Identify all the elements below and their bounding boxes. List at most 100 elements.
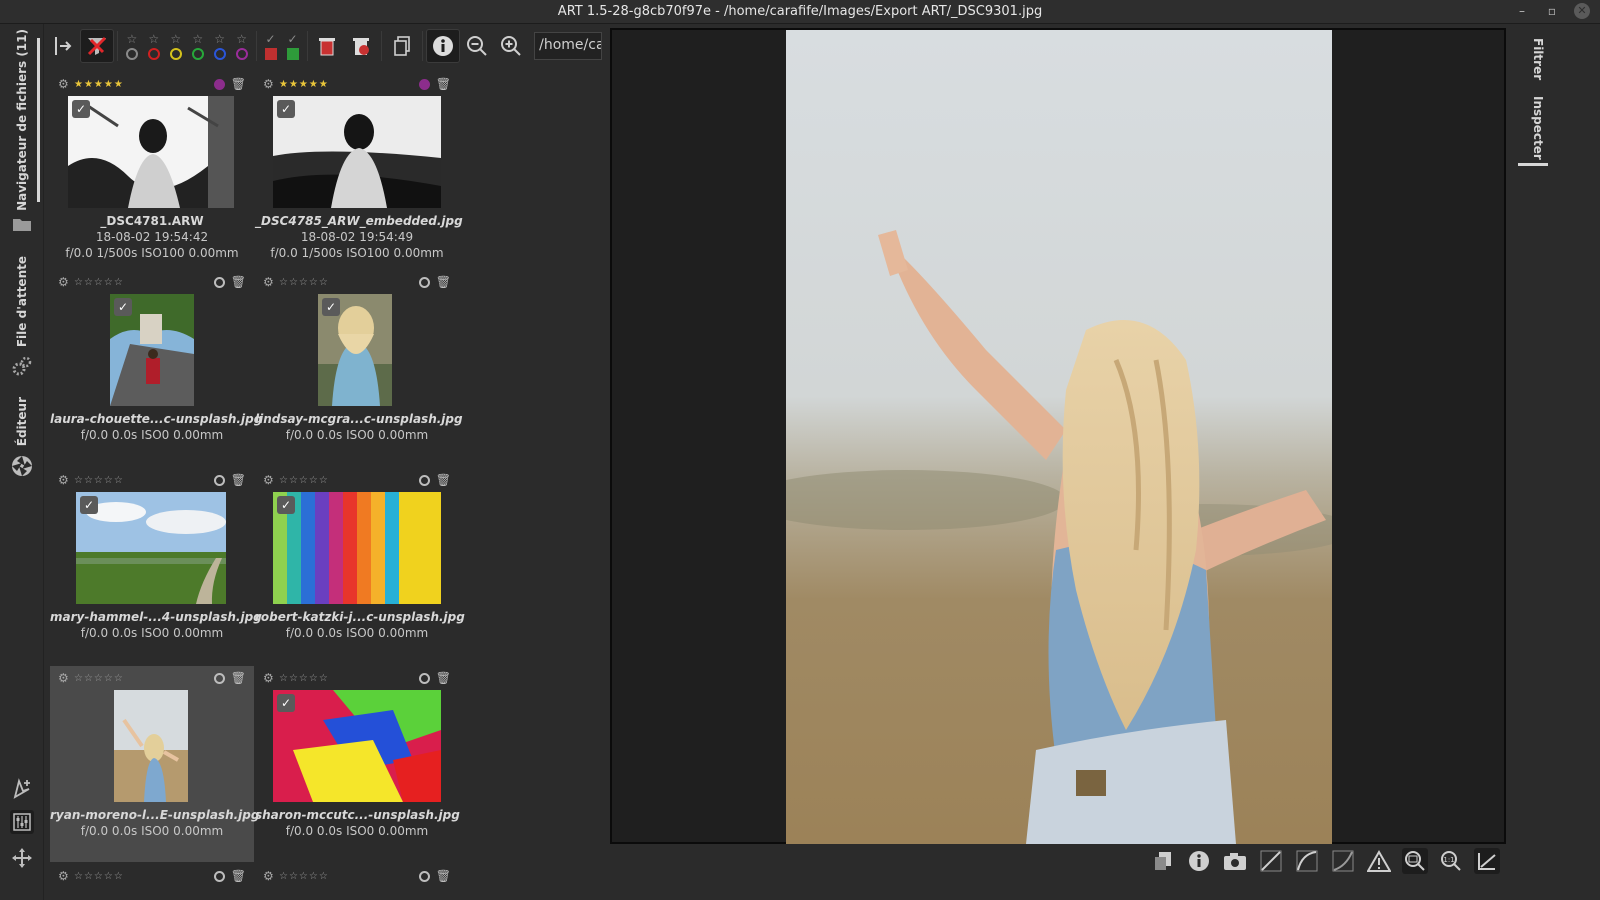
color-label-icon[interactable] (213, 474, 225, 486)
info-icon[interactable] (1186, 848, 1212, 874)
trash-icon[interactable]: 🗑 (231, 671, 246, 685)
zoom-in-icon[interactable] (494, 30, 528, 62)
curve-icon[interactable] (1330, 848, 1356, 874)
gear-icon[interactable]: ⚙ (263, 275, 277, 289)
tab-queue[interactable]: File d'attente (0, 252, 44, 352)
color-label-icon[interactable] (418, 672, 430, 684)
curve-icon[interactable] (1258, 848, 1284, 874)
trash-icon[interactable]: 🗑 (231, 275, 246, 289)
camera-icon[interactable] (1222, 848, 1248, 874)
filter-star-2[interactable]: ☆ (143, 28, 165, 64)
gear-icon[interactable]: ⚙ (58, 869, 72, 883)
thumbnail-cell[interactable]: ⚙ ☆☆☆☆☆ 🗑 ✓ sharon-mccutc...-unsplash.jp… (255, 666, 460, 862)
zoom-out-icon[interactable] (460, 30, 494, 62)
trash-icon[interactable] (311, 30, 345, 62)
zoom-100-icon[interactable]: 1:1 (1438, 848, 1464, 874)
color-label-icon[interactable] (213, 276, 225, 288)
star-rating[interactable]: ☆☆☆☆☆ (279, 277, 329, 288)
path-input[interactable]: /home/carafife/Images/Export ART (534, 32, 603, 60)
thumbnail-cell[interactable]: ⚙ ☆☆☆☆☆ 🗑 ryan-moreno-l...E-unsplash.jpg… (50, 666, 259, 862)
gear-icon[interactable]: ⚙ (263, 77, 277, 91)
trash-icon[interactable]: 🗑 (231, 473, 246, 487)
star-rating[interactable]: ☆☆☆☆☆ (279, 871, 329, 882)
filter-saved[interactable]: ✓ (282, 28, 304, 64)
zoom-fit-icon[interactable] (1402, 848, 1428, 874)
checkbox-icon[interactable]: ✓ (322, 298, 340, 316)
window-icon[interactable] (1150, 848, 1176, 874)
color-label-icon[interactable] (418, 276, 430, 288)
thumbnail-image[interactable]: ✓ (273, 690, 441, 802)
star-rating[interactable]: ☆☆☆☆☆ (279, 475, 329, 486)
star-rating[interactable]: ☆☆☆☆☆ (74, 475, 124, 486)
thumbnail-cell[interactable]: ⚙ ★★★★★ 🗑 ✓ _DSC4781.ARW 18-08-02 19:54:… (50, 72, 254, 268)
preview-photo[interactable] (786, 30, 1332, 844)
filter-star-4[interactable]: ☆ (187, 28, 209, 64)
thumbnail-image[interactable] (114, 690, 188, 802)
close-button[interactable]: ✕ (1574, 3, 1590, 19)
color-label-icon[interactable] (418, 474, 430, 486)
tab-editor[interactable]: Éditeur (0, 392, 44, 452)
tab-filter[interactable]: Filtrer (1510, 38, 1566, 98)
image-preview-panel[interactable] (610, 28, 1506, 844)
gear-icon[interactable]: ⚙ (58, 671, 72, 685)
star-rating[interactable]: ☆☆☆☆☆ (74, 277, 124, 288)
move-arrows-icon[interactable] (10, 846, 34, 870)
star-rating[interactable]: ★★★★★ (279, 79, 329, 90)
filter-star-5[interactable]: ☆ (209, 28, 231, 64)
thumbnail-cell[interactable]: ⚙ ★★★★★ 🗑 ✓ _DSC4785_ARW_embedded.jpg 18… (255, 72, 463, 268)
checkbox-icon[interactable]: ✓ (277, 496, 295, 514)
pin-icon[interactable] (46, 30, 80, 62)
trash-icon[interactable]: 🗑 (231, 77, 246, 91)
crop-icon[interactable] (1474, 848, 1500, 874)
gear-icon[interactable]: ⚙ (58, 473, 72, 487)
curve-icon[interactable] (1294, 848, 1320, 874)
trash-icon[interactable]: 🗑 (231, 869, 246, 883)
maximize-button[interactable]: ▫ (1544, 3, 1560, 19)
tab-inspect[interactable]: Inspecter (1510, 96, 1566, 166)
trash-icon[interactable]: 🗑 (436, 869, 451, 883)
checkbox-icon[interactable]: ✓ (72, 100, 90, 118)
thumbnail-cell[interactable]: ⚙ ☆☆☆☆☆ 🗑 (50, 864, 254, 894)
checkbox-icon[interactable]: ✓ (277, 100, 295, 118)
trash-icon[interactable]: 🗑 (436, 671, 451, 685)
info-icon[interactable] (426, 29, 461, 63)
gear-icon[interactable]: ⚙ (58, 275, 72, 289)
sliders-icon[interactable] (10, 810, 34, 834)
color-label-icon[interactable] (418, 870, 430, 882)
filter-star-1[interactable]: ☆ (121, 28, 143, 64)
star-rating[interactable]: ☆☆☆☆☆ (74, 871, 124, 882)
thumbnail-image[interactable]: ✓ (76, 492, 226, 604)
color-label-icon[interactable] (418, 78, 430, 90)
star-rating[interactable]: ☆☆☆☆☆ (74, 673, 124, 684)
gear-icon[interactable]: ⚙ (263, 473, 277, 487)
gear-icon[interactable]: ⚙ (263, 869, 277, 883)
star-rating[interactable]: ★★★★★ (74, 79, 124, 90)
copy-icon[interactable] (385, 30, 419, 62)
thumbnail-image[interactable]: ✓ (273, 492, 441, 604)
trash-icon[interactable]: 🗑 (436, 275, 451, 289)
star-rating[interactable]: ☆☆☆☆☆ (279, 673, 329, 684)
thumbnail-cell[interactable]: ⚙ ☆☆☆☆☆ 🗑 ✓ lindsay-mcgra...c-unsplash.j… (255, 270, 463, 466)
hand-pointer-icon[interactable] (10, 776, 34, 800)
checkbox-icon[interactable]: ✓ (277, 694, 295, 712)
tab-file-browser[interactable]: Navigateur de fichiers (11) (0, 29, 44, 211)
color-label-icon[interactable] (213, 870, 225, 882)
filter-edited[interactable]: ✓ (260, 28, 282, 64)
gear-icon[interactable]: ⚙ (263, 671, 277, 685)
filter-star-3[interactable]: ☆ (165, 28, 187, 64)
warning-icon[interactable] (1366, 848, 1392, 874)
thumbnail-cell[interactable]: ⚙ ☆☆☆☆☆ 🗑 ✓ laura-chouette...c-unsplash.… (50, 270, 262, 466)
color-label-icon[interactable] (213, 78, 225, 90)
trash-icon[interactable]: 🗑 (436, 473, 451, 487)
thumbnail-cell[interactable]: ⚙ ☆☆☆☆☆ 🗑 (255, 864, 459, 894)
minimize-button[interactable]: – (1514, 3, 1530, 19)
checkbox-icon[interactable]: ✓ (114, 298, 132, 316)
thumbnail-image[interactable]: ✓ (68, 96, 234, 208)
checkbox-icon[interactable]: ✓ (80, 496, 98, 514)
trash-icon[interactable]: 🗑 (436, 77, 451, 91)
thumbnail-image[interactable]: ✓ (273, 96, 441, 208)
thumbnail-image[interactable]: ✓ (318, 294, 392, 406)
color-label-icon[interactable] (213, 672, 225, 684)
filter-star-6[interactable]: ☆ (231, 28, 253, 64)
gear-icon[interactable]: ⚙ (58, 77, 72, 91)
